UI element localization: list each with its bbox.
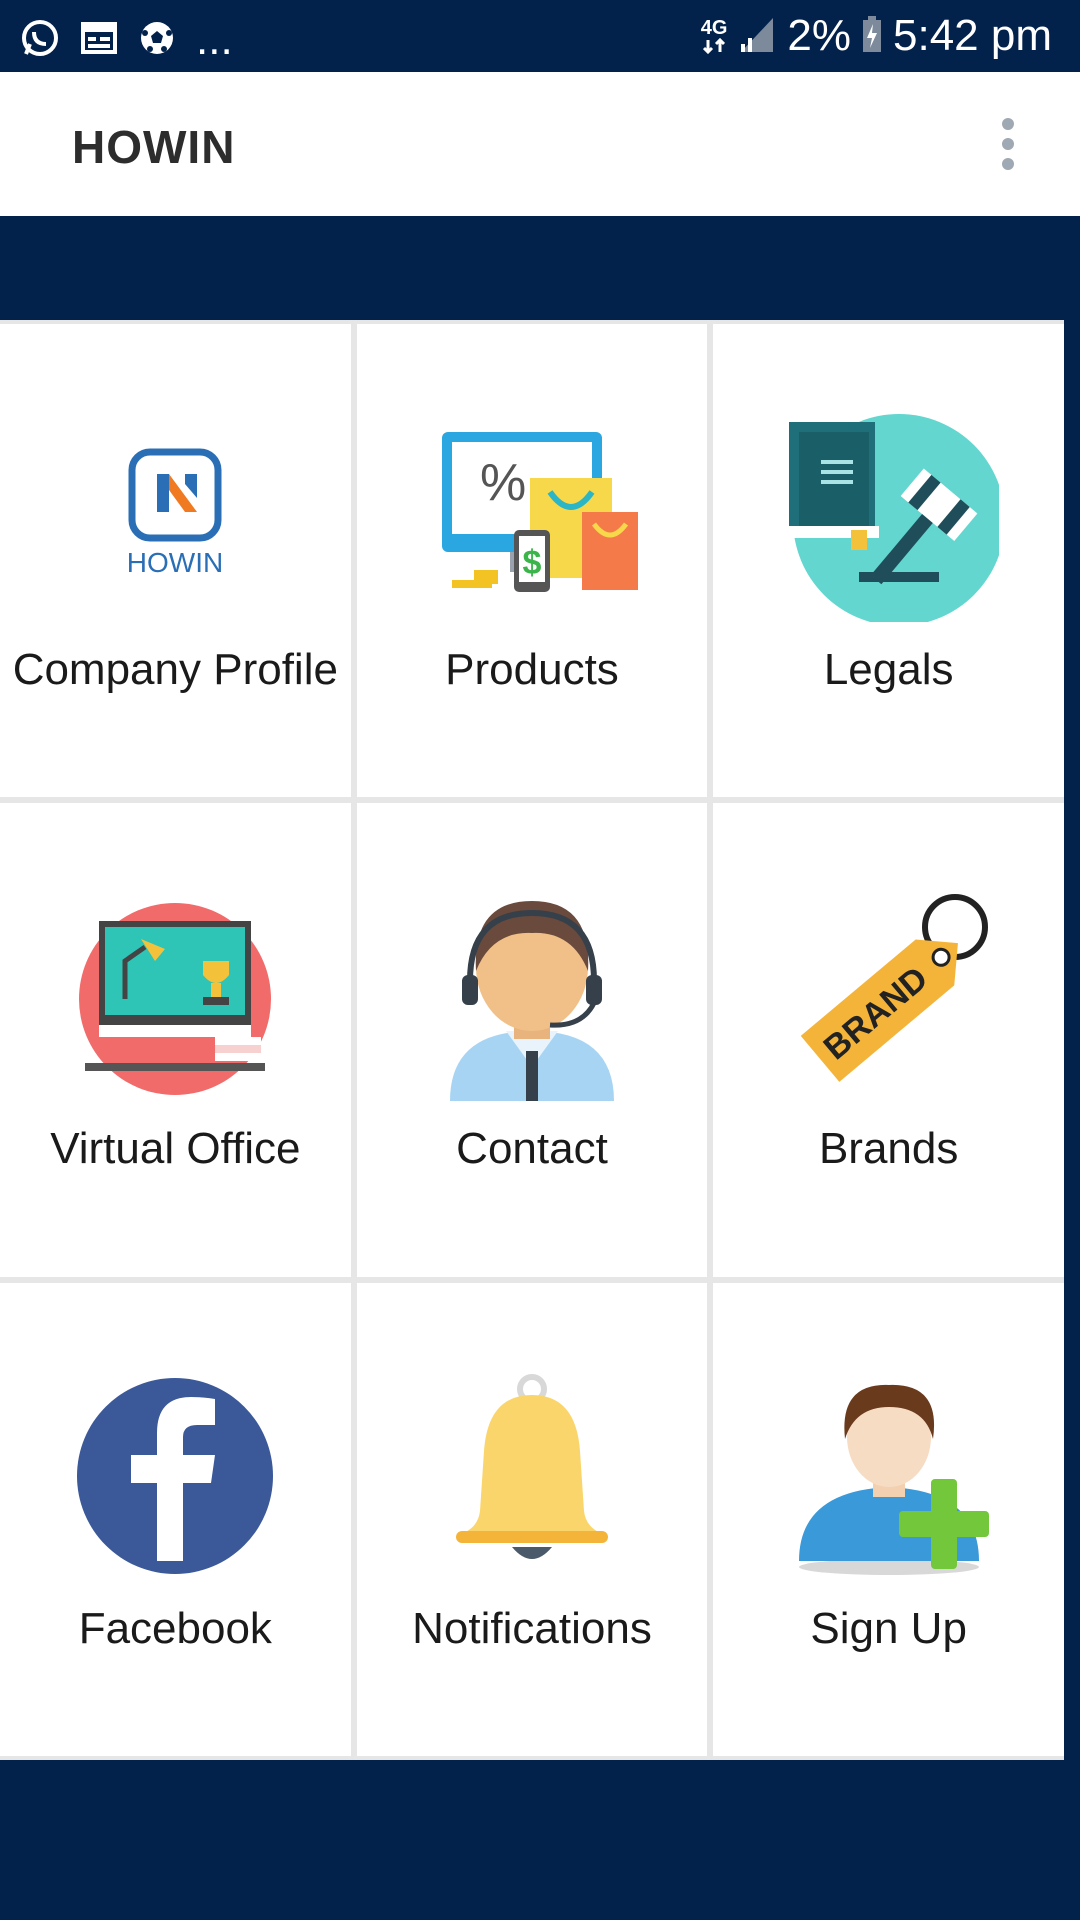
gavel-book-icon xyxy=(779,412,999,622)
howin-logo-icon: HOWIN xyxy=(65,412,285,622)
signal-icon xyxy=(737,14,777,59)
tile-sign-up[interactable]: Sign Up xyxy=(713,1282,1064,1756)
shopping-icon: % $ xyxy=(422,412,642,622)
tile-virtual-office[interactable]: Virtual Office xyxy=(0,803,351,1277)
tile-label: Products xyxy=(445,645,619,694)
overflow-dot xyxy=(1002,138,1014,150)
tile-label: Legals xyxy=(823,645,954,694)
system-icons: 4G 2% 5:42 pm xyxy=(701,10,1052,62)
tile-brands[interactable]: BRAND Brands xyxy=(713,803,1064,1277)
overflow-menu-button[interactable] xyxy=(976,112,1040,176)
tile-label: Contact xyxy=(456,1124,608,1174)
tile-label: Sign Up xyxy=(810,1603,967,1653)
battery-charging-icon xyxy=(861,14,883,59)
tile-label: Virtual Office xyxy=(50,1124,301,1174)
notification-icons: ... xyxy=(20,14,233,66)
facebook-icon xyxy=(65,1371,285,1581)
whatsapp-icon xyxy=(20,18,60,63)
brand-tag-icon: BRAND xyxy=(779,891,999,1101)
clock: 5:42 pm xyxy=(893,11,1052,60)
support-agent-icon xyxy=(422,891,642,1102)
svg-text:%: % xyxy=(480,454,526,512)
tile-label: Notifications xyxy=(412,1603,652,1653)
soccer-ball-icon xyxy=(138,19,176,62)
tile-label: Brands xyxy=(818,1124,959,1174)
bell-icon xyxy=(422,1371,642,1581)
tile-facebook[interactable]: Facebook xyxy=(0,1282,351,1756)
status-bar: ... 4G 2% 5:42 pm xyxy=(0,0,1080,72)
tile-notifications[interactable]: Notifications xyxy=(356,1282,708,1756)
tile-products[interactable]: % $ Products xyxy=(356,324,708,798)
add-user-icon xyxy=(779,1371,999,1581)
tile-label: Company Profile xyxy=(12,645,338,694)
more-notifications: ... xyxy=(196,15,233,64)
desk-monitor-icon xyxy=(65,891,285,1101)
tile-label: Facebook xyxy=(78,1603,272,1653)
tile-legals[interactable]: Legals xyxy=(713,324,1064,798)
network-type-icon: 4G xyxy=(700,17,728,54)
overflow-dot xyxy=(1002,118,1014,130)
app-title: HOWIN xyxy=(72,121,236,173)
calendar-icon xyxy=(80,20,118,61)
tile-contact[interactable]: Contact xyxy=(356,803,708,1277)
overflow-dot xyxy=(1002,158,1014,170)
svg-text:HOWIN: HOWIN xyxy=(127,547,223,578)
menu-grid: HOWIN Company Profile % $ Products Legal… xyxy=(0,320,1064,1760)
app-bar: HOWIN xyxy=(0,72,1080,216)
battery-percent: 2% xyxy=(787,11,852,60)
svg-text:$: $ xyxy=(523,544,542,582)
network-type-label: 4G xyxy=(700,17,728,39)
tile-company-profile[interactable]: HOWIN Company Profile xyxy=(0,324,351,798)
